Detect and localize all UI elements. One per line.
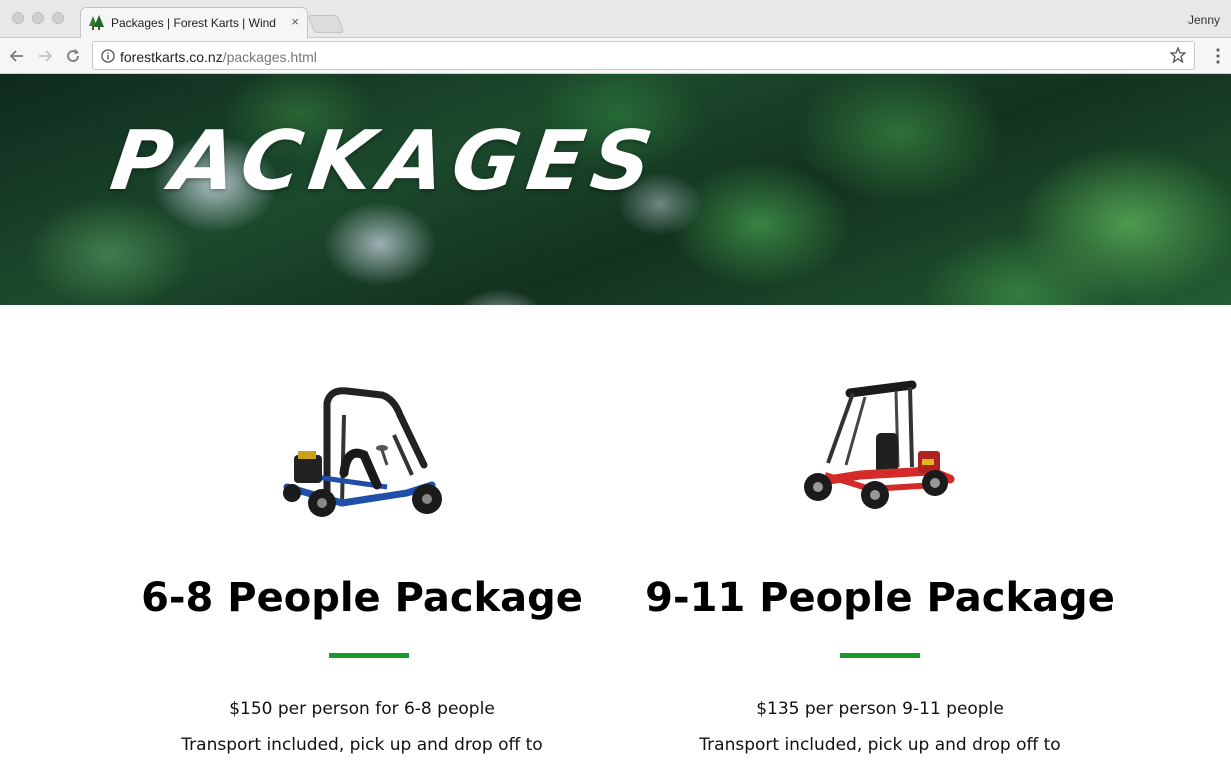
url-host: forestkarts.co.nz bbox=[120, 49, 223, 65]
url-text: forestkarts.co.nz/packages.html bbox=[120, 49, 317, 65]
package-transport: Transport included, pick up and drop off… bbox=[699, 735, 1061, 755]
tree-favicon-icon bbox=[89, 15, 104, 30]
package-card-9-11: 9-11 People Package $135 per person 9-11… bbox=[645, 305, 1115, 777]
browser-titlebar: Packages | Forest Karts | Wind × Jenny bbox=[0, 0, 1231, 38]
page-title: PACKAGES bbox=[105, 114, 666, 209]
package-transport: Transport included, pick up and drop off… bbox=[181, 735, 543, 755]
reload-icon bbox=[67, 49, 79, 62]
address-bar[interactable]: forestkarts.co.nz/packages.html bbox=[92, 41, 1195, 70]
tab-close-icon[interactable]: × bbox=[291, 14, 299, 29]
info-icon[interactable] bbox=[101, 49, 115, 63]
back-arrow-icon bbox=[9, 50, 23, 62]
back-button[interactable] bbox=[6, 45, 28, 67]
browser-tab[interactable]: Packages | Forest Karts | Wind × bbox=[80, 7, 308, 38]
package-title: 6-8 People Package bbox=[141, 575, 583, 621]
blue-go-kart-image bbox=[283, 387, 442, 517]
package-title: 9-11 People Package bbox=[645, 575, 1115, 621]
browser-toolbar: forestkarts.co.nz/packages.html bbox=[0, 38, 1231, 74]
package-price: $150 per person for 6-8 people bbox=[229, 699, 495, 719]
package-price: $135 per person 9-11 people bbox=[756, 699, 1004, 719]
kebab-menu-icon[interactable] bbox=[1216, 48, 1220, 64]
bookmark-star-icon[interactable] bbox=[1170, 47, 1186, 63]
profile-name[interactable]: Jenny bbox=[1188, 13, 1220, 27]
forward-arrow-icon bbox=[39, 50, 53, 62]
url-path: /packages.html bbox=[222, 49, 317, 65]
forward-button[interactable] bbox=[34, 45, 56, 67]
tab-title: Packages | Forest Karts | Wind bbox=[111, 16, 276, 30]
window-close-button[interactable] bbox=[12, 12, 24, 24]
new-tab-button[interactable] bbox=[307, 15, 345, 33]
package-card-6-8: 6-8 People Package $150 per person for 6… bbox=[132, 305, 592, 777]
window-minimize-button[interactable] bbox=[32, 12, 44, 24]
green-divider bbox=[840, 653, 920, 658]
reload-button[interactable] bbox=[62, 45, 84, 67]
green-divider bbox=[329, 653, 409, 658]
red-go-kart-image bbox=[804, 380, 955, 509]
hero-banner: PACKAGES bbox=[0, 74, 1231, 305]
window-zoom-button[interactable] bbox=[52, 12, 64, 24]
